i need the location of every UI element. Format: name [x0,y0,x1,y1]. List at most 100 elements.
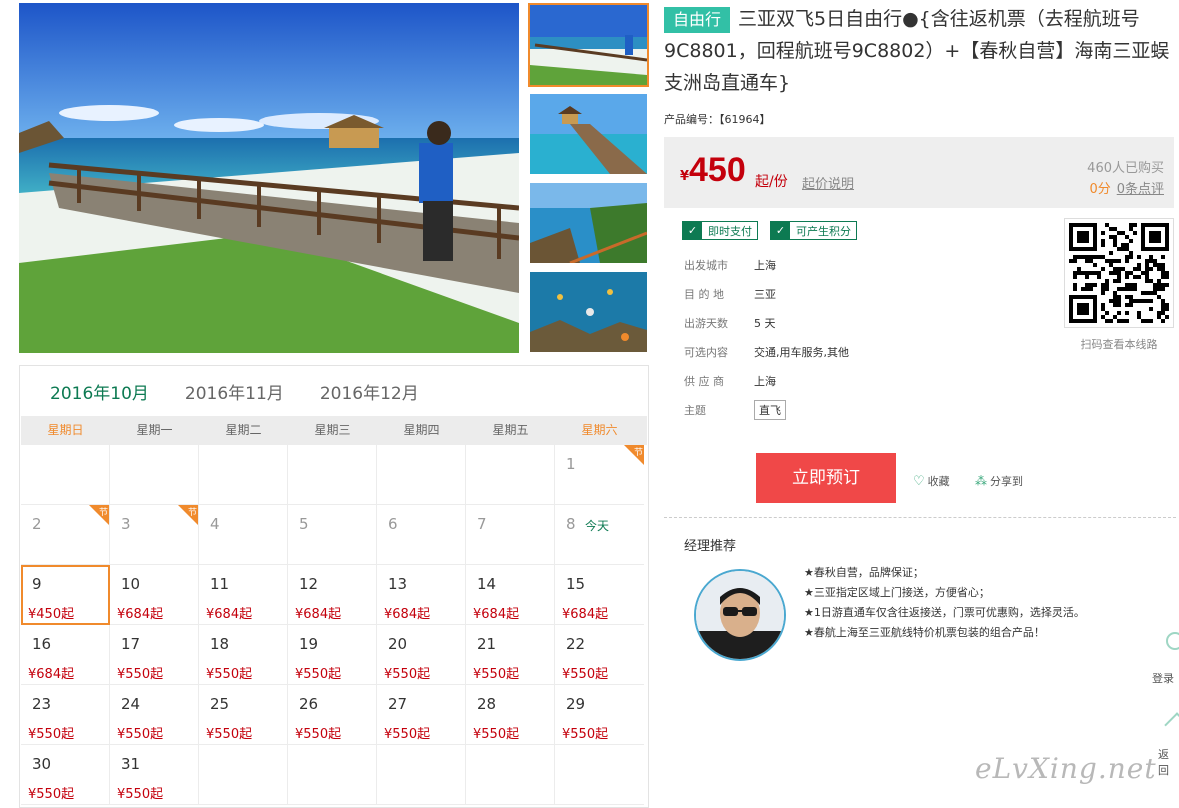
share-label: 分享到 [990,475,1023,488]
day-number: 6 [388,515,398,533]
recommendation-item: ★春航上海至三亚航线特价机票包装的组合产品！ [804,626,1045,639]
day-number: 20 [388,635,408,653]
attr-value: 上海 [754,258,776,272]
calendar-day[interactable]: 25 ¥550起 [199,685,288,745]
user-icon [1166,632,1179,650]
favorite-button[interactable]: ♡ 收藏 [913,473,950,489]
calendar-day: 1节 [555,445,644,505]
tab-month-nov[interactable]: 2016年11月 [185,379,284,404]
calendar-day[interactable]: 29 ¥550起 [555,685,644,745]
calendar-empty-cell [288,745,377,805]
calendar-day[interactable]: 24 ¥550起 [110,685,199,745]
attr-value: 5 天 [754,316,776,330]
main-product-photo [19,3,519,353]
calendar-day: 4 [199,505,288,565]
calendar-day[interactable]: 26 ¥550起 [288,685,377,745]
month-tabs: 2016年10月 2016年11月 2016年12月 [20,366,648,416]
day-price: ¥684起 [206,607,253,622]
book-now-button[interactable]: 立即预订 [756,453,896,503]
holiday-flag: 节 [624,445,644,465]
calendar-day[interactable]: 12 ¥684起 [288,565,377,625]
holiday-mark: 节 [633,448,643,458]
calendar-day[interactable]: 11 ¥684起 [199,565,288,625]
day-number: 23 [32,695,52,713]
tab-month-dec[interactable]: 2016年12月 [320,379,419,404]
badge-instant-pay-label: 即时支付 [708,224,752,238]
day-number: 11 [210,575,230,593]
calendar-day[interactable]: 10 ¥684起 [110,565,199,625]
side-back-link[interactable]: 返回 [1158,746,1179,778]
calendar-day[interactable]: 19 ¥550起 [288,625,377,685]
calendar-empty-cell [199,445,288,505]
day-number: 3 [121,515,131,533]
day-price: ¥550起 [206,727,253,742]
day-number: 28 [477,695,497,713]
service-badges: ✓ 即时支付 ✓ 可产生积分 [682,221,857,240]
calendar-empty-cell [199,745,288,805]
day-price: ¥684起 [117,607,164,622]
day-number: 31 [121,755,141,773]
price-box: ¥ 450 起/份 起价说明 460人已购买 0分 0条点评 [664,137,1174,208]
manager-title: 经理推荐 [684,539,737,554]
day-number: 13 [388,575,408,593]
thumbnail-4[interactable] [528,270,649,354]
day-number: 10 [121,575,141,593]
calendar-day[interactable]: 27 ¥550起 [377,685,466,745]
reviews-link[interactable]: 0条点评 [1117,182,1164,197]
holiday-mark: 节 [187,508,197,518]
side-login-link[interactable]: 登录 [1152,670,1174,686]
share-button[interactable]: ⁂ 分享到 [975,473,1023,489]
price-explain-link[interactable]: 起价说明 [802,173,854,192]
day-price: ¥684起 [384,607,431,622]
score-line: 0分 0条点评 [1089,178,1164,197]
calendar-day[interactable]: 30 ¥550起 [21,745,110,805]
calendar-empty-cell [377,445,466,505]
thumbnail-2[interactable] [528,92,649,176]
calendar-day[interactable]: 22 ¥550起 [555,625,644,685]
favorite-label: 收藏 [927,475,950,488]
day-price: ¥684起 [562,607,609,622]
calendar-empty-cell [288,445,377,505]
check-icon: ✓ [771,222,790,239]
day-price: ¥684起 [473,607,520,622]
tab-month-oct[interactable]: 2016年10月 [50,379,149,404]
day-number: 9 [32,575,42,593]
badge-points-label: 可产生积分 [796,224,851,238]
calendar-day: 6 [377,505,466,565]
calendar-empty-cell [555,745,644,805]
theme-tag[interactable]: 直飞 [754,399,786,420]
calendar-day[interactable]: 31 ¥550起 [110,745,199,805]
calendar-day[interactable]: 14 ¥684起 [466,565,555,625]
share-icon: ⁂ [975,474,987,488]
attr-label: 出游天数 [684,316,728,330]
thumbnail-1[interactable] [528,3,649,87]
day-price: ¥550起 [562,727,609,742]
day-price: ¥550起 [117,787,164,802]
calendar-day[interactable]: 20 ¥550起 [377,625,466,685]
manager-recommendations: ★春秋自营，品牌保证； ★三亚指定区域上门接送，方便省心； ★1日游直通车仅含往… [804,563,1085,643]
thumbnail-3[interactable] [528,181,649,265]
check-icon: ✓ [683,222,702,239]
watermark: eLvXing.net [975,752,1157,785]
weekday-thu: 星期四 [403,423,440,437]
recommendation-item: ★三亚指定区域上门接送，方便省心； [804,586,990,599]
calendar-day[interactable]: 21 ¥550起 [466,625,555,685]
score-value: 0分 [1089,182,1111,197]
day-number: 17 [121,635,141,653]
day-number: 12 [299,575,319,593]
holiday-mark: 节 [98,508,108,518]
day-price: ¥550起 [473,667,520,682]
calendar-day[interactable]: 9 ¥450起 [21,565,110,625]
calendar-day[interactable]: 28 ¥550起 [466,685,555,745]
day-number: 15 [566,575,586,593]
calendar-day[interactable]: 17 ¥550起 [110,625,199,685]
calendar-day[interactable]: 18 ¥550起 [199,625,288,685]
day-number: 24 [121,695,141,713]
calendar-day[interactable]: 13 ¥684起 [377,565,466,625]
day-number: 4 [210,515,220,533]
day-number: 2 [32,515,42,533]
calendar-day[interactable]: 23 ¥550起 [21,685,110,745]
day-number: 16 [32,635,52,653]
calendar-day[interactable]: 16 ¥684起 [21,625,110,685]
calendar-day[interactable]: 15 ¥684起 [555,565,644,625]
